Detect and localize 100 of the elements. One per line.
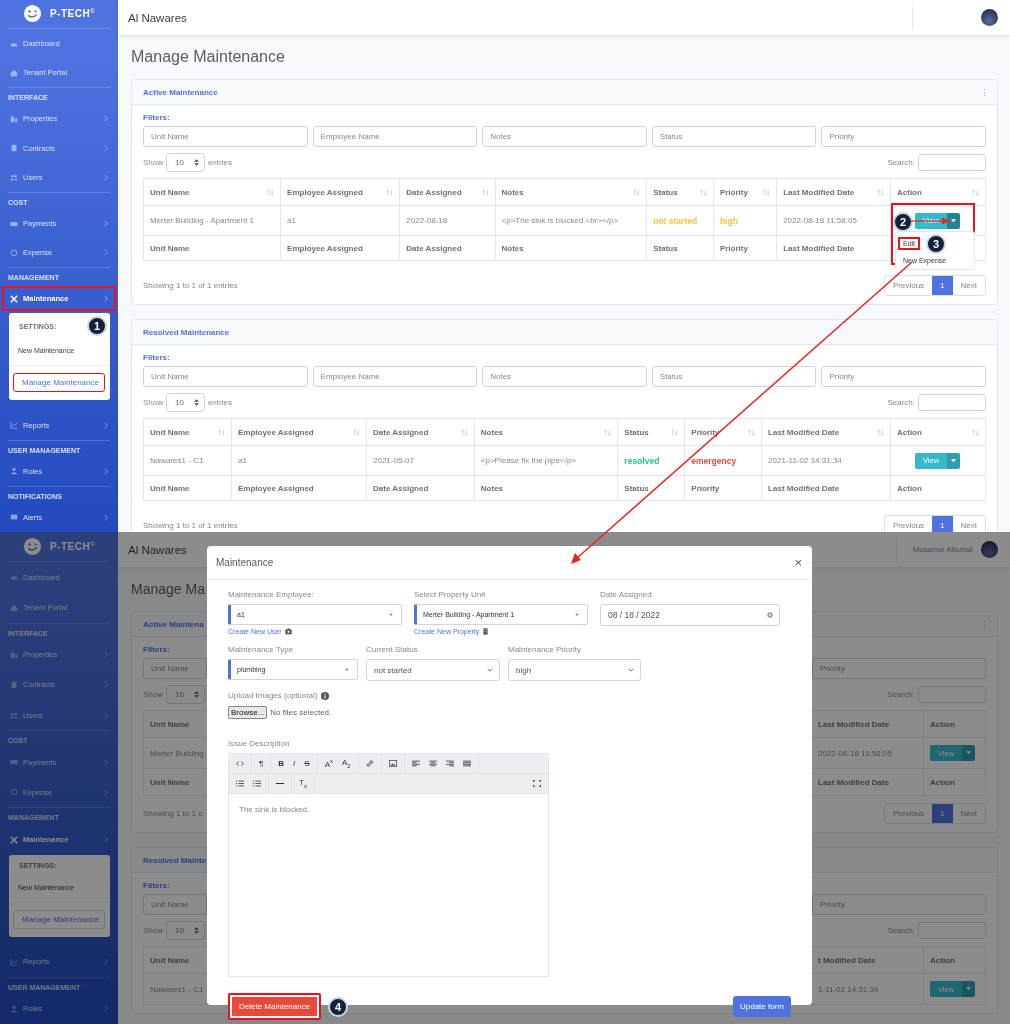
entries-select[interactable]: 10	[166, 393, 205, 412]
column-header[interactable]: Action	[923, 947, 985, 973]
description-text[interactable]: The sink is blocked.	[239, 805, 538, 814]
building-icon	[10, 114, 18, 123]
column-header[interactable]: Action	[890, 178, 986, 206]
column-header[interactable]: Date Assigned	[399, 178, 495, 206]
column-header[interactable]: Unit Name	[144, 947, 208, 973]
filter-field[interactable]: Unit Name	[143, 126, 308, 147]
delete-button[interactable]: Delete Maintenance	[228, 993, 322, 1020]
building-icon	[10, 650, 18, 659]
filter-field[interactable]: Notes	[482, 366, 647, 387]
format-button[interactable]: A$_{2}$	[342, 758, 351, 769]
search-label: Search:	[887, 926, 915, 935]
search-field[interactable]	[918, 922, 986, 939]
dropdown-toggle[interactable]	[947, 452, 961, 469]
align-center-icon[interactable]	[428, 760, 437, 767]
column-header[interactable]: Last Modified Date	[761, 418, 891, 446]
page-button[interactable]: 1	[932, 516, 953, 532]
format-button[interactable]: A$^{x}$	[324, 758, 333, 769]
column-header[interactable]: Date Assigned	[366, 418, 475, 446]
filter-field[interactable]: Priority	[812, 894, 986, 915]
column-header[interactable]: Unit Name	[143, 178, 281, 206]
sort-icon	[218, 428, 226, 436]
select-field[interactable]: not started	[366, 659, 500, 681]
card-title: Resolved Mainte	[143, 855, 207, 865]
submenu-item[interactable]: Manage Maintenance	[13, 373, 105, 393]
filter-field[interactable]: Employee Name	[312, 366, 478, 387]
entries-select[interactable]: 10	[166, 921, 205, 940]
format-button[interactable]: T$_{x}$	[299, 778, 307, 789]
search-field[interactable]	[918, 154, 986, 171]
filter-field[interactable]: Priority	[821, 126, 986, 147]
link-icon[interactable]	[365, 760, 374, 767]
column-header[interactable]: Status	[617, 418, 685, 446]
fullscreen-icon[interactable]	[533, 780, 541, 787]
column-header[interactable]: Priority	[684, 418, 762, 446]
column-footer: Notes	[474, 475, 618, 501]
bullet-list-icon[interactable]	[236, 780, 244, 787]
previous-button[interactable]: Previous	[884, 516, 933, 532]
next-button[interactable]: Next	[952, 516, 985, 532]
align-right-icon[interactable]	[445, 760, 454, 767]
clear-icon[interactable]	[767, 612, 773, 618]
filter-field[interactable]: Priority	[812, 658, 986, 679]
format-button[interactable]: I	[293, 759, 296, 768]
avatar[interactable]	[981, 9, 998, 26]
image-icon[interactable]	[388, 760, 397, 767]
filters-label: Filters:	[143, 881, 170, 890]
table-cell: Merter Building - Apartment 1	[143, 205, 281, 236]
browse-button[interactable]: Browse...	[228, 706, 268, 719]
date-field[interactable]: 08 / 18 / 2022	[600, 604, 780, 626]
format-button[interactable]: B	[278, 759, 285, 768]
column-header[interactable]: Priority	[713, 178, 777, 206]
column-header[interactable]: Last Modified Date	[776, 178, 891, 206]
previous-button[interactable]: Previous	[884, 804, 933, 823]
entries-select[interactable]: 10	[166, 153, 205, 172]
column-footer: Unit Name	[143, 235, 281, 261]
select-field[interactable]: high	[508, 659, 641, 681]
dropdown-toggle[interactable]	[962, 981, 976, 997]
code-icon[interactable]	[236, 760, 244, 767]
search-field[interactable]	[918, 394, 986, 411]
column-header[interactable]: Action	[890, 418, 986, 446]
column-footer: Notes	[495, 235, 647, 261]
search-field[interactable]	[918, 686, 986, 703]
sort-icon	[353, 428, 360, 436]
entries-select[interactable]: 10	[166, 685, 205, 704]
filter-field[interactable]: Priority	[821, 366, 986, 387]
justify-icon[interactable]	[462, 760, 471, 767]
update-button[interactable]: Update form	[732, 996, 791, 1017]
next-button[interactable]: Next	[952, 804, 985, 823]
numbered-list-icon[interactable]	[253, 780, 261, 787]
user-icon	[10, 1004, 18, 1013]
column-header[interactable]: Notes	[495, 178, 647, 206]
sort-icon	[877, 428, 884, 436]
filter-field[interactable]: Status	[651, 366, 817, 387]
column-header[interactable]: Employee Assigned	[231, 418, 367, 446]
column-header[interactable]: Unit Name	[144, 711, 208, 737]
format-button[interactable]: S	[304, 759, 310, 768]
avatar[interactable]	[981, 541, 998, 558]
column-header[interactable]: Status	[646, 178, 714, 206]
horizontal-rule-icon[interactable]	[276, 780, 284, 787]
column-footer: Status	[617, 475, 685, 501]
filter-field[interactable]: Status	[651, 126, 817, 147]
column-header[interactable]: Unit Name	[143, 418, 232, 446]
column-header[interactable]: Employee Assigned	[280, 178, 400, 206]
filter-field[interactable]: Notes	[482, 126, 647, 147]
dropdown-toggle[interactable]	[962, 745, 976, 761]
info-icon[interactable]	[321, 691, 330, 700]
format-button[interactable]: ¶	[259, 759, 264, 768]
column-header[interactable]: Action	[923, 711, 985, 737]
filter-field[interactable]: Employee Name	[312, 126, 478, 147]
previous-button[interactable]: Previous	[884, 276, 933, 295]
next-button[interactable]: Next	[952, 276, 985, 295]
column-header[interactable]: Notes	[474, 418, 618, 446]
align-left-icon[interactable]	[411, 760, 420, 767]
close-button[interactable]: ×	[792, 555, 804, 570]
page-button[interactable]: 1	[932, 804, 953, 823]
filter-field[interactable]: Unit Name	[143, 366, 308, 387]
page-button[interactable]: 1	[932, 276, 953, 295]
submenu-item[interactable]: Manage Maintenance	[13, 909, 105, 929]
dropdown-toggle[interactable]	[947, 212, 961, 229]
sort-icon	[386, 188, 394, 196]
